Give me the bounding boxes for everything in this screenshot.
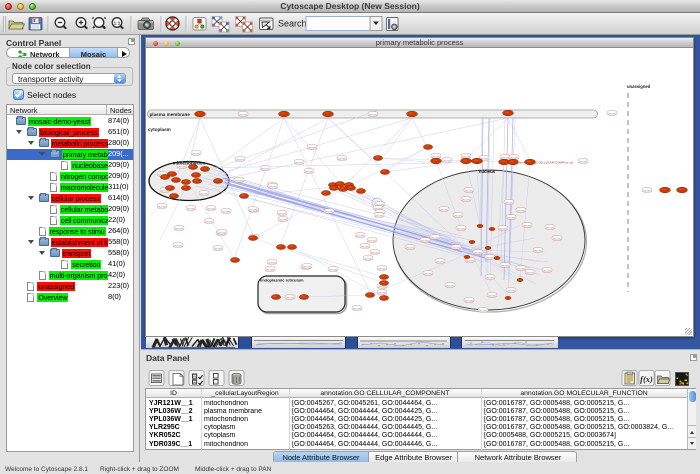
svg-text:1:1: 1:1 xyxy=(114,20,121,25)
svg-text:(xx xx): (xx xx) xyxy=(187,206,195,210)
svg-text:(xx xx): (xx xx) xyxy=(501,263,509,267)
svg-text:(xx xx): (xx xx) xyxy=(424,271,432,275)
svg-text:(xx xx): (xx xx) xyxy=(278,211,286,215)
svg-text:(xx xx): (xx xx) xyxy=(175,226,183,230)
svg-text:(xx xx): (xx xx) xyxy=(501,155,509,159)
svg-text:(xx xx): (xx xx) xyxy=(553,236,561,240)
svg-text:endoplasmic reticulum: endoplasmic reticulum xyxy=(260,278,304,283)
svg-text:(xx xx): (xx xx) xyxy=(440,207,448,211)
svg-text:(xx xx): (xx xx) xyxy=(436,259,444,263)
svg-text:(xx xx): (xx xx) xyxy=(505,200,513,204)
svg-text:(xx xx): (xx xx) xyxy=(432,154,440,158)
svg-text:(xx xx): (xx xx) xyxy=(361,244,369,248)
svg-text:(xx xx): (xx xx) xyxy=(192,151,200,155)
svg-text:(xx xx): (xx xx) xyxy=(205,219,213,223)
svg-text:plasma membrane: plasma membrane xyxy=(150,112,191,117)
svg-text:(xx xx): (xx xx) xyxy=(486,255,494,259)
svg-text:(xx xx): (xx xx) xyxy=(174,243,182,247)
svg-text:(xx xx): (xx xx) xyxy=(371,250,379,254)
svg-text:(xx xx): (xx xx) xyxy=(466,258,474,262)
svg-text:(xx xx): (xx xx) xyxy=(446,283,454,287)
svg-text:(xx xx): (xx xx) xyxy=(353,306,361,310)
svg-text:(xx xx): (xx xx) xyxy=(517,266,525,270)
svg-text:(xx xx): (xx xx) xyxy=(378,290,386,294)
svg-text:(xx xx): (xx xx) xyxy=(207,206,215,210)
svg-text:(xx xx): (xx xx) xyxy=(200,191,208,195)
svg-text:(xx xx): (xx xx) xyxy=(462,197,470,201)
svg-text:(xx xx): (xx xx) xyxy=(517,208,525,212)
svg-text:(xx xx): (xx xx) xyxy=(608,111,616,115)
svg-text:(xx xx): (xx xx) xyxy=(375,213,383,217)
svg-text:(xx xx): (xx xx) xyxy=(579,159,587,163)
svg-text:(xx xx): (xx xx) xyxy=(356,233,364,237)
svg-text:(xx xx): (xx xx) xyxy=(236,157,244,161)
svg-text:(xx xx): (xx xx) xyxy=(239,112,247,116)
svg-text:(xx xx): (xx xx) xyxy=(329,267,337,271)
svg-text:(xx xx): (xx xx) xyxy=(643,188,651,192)
svg-text:(xx xx): (xx xx) xyxy=(543,268,551,272)
svg-text:f(x): f(x) xyxy=(640,374,653,384)
svg-text:(xx xx): (xx xx) xyxy=(546,225,554,229)
svg-text:(xx xx): (xx xx) xyxy=(305,169,313,173)
svg-text:(xx xx): (xx xx) xyxy=(526,270,534,274)
svg-text:(xx xx): (xx xx) xyxy=(534,248,542,252)
svg-text:(xx xx): (xx xx) xyxy=(308,145,316,149)
svg-text:(xx xx): (xx xx) xyxy=(364,256,372,260)
svg-text:(xx xx): (xx xx) xyxy=(269,184,277,188)
svg-text:(xx xx): (xx xx) xyxy=(479,308,487,312)
svg-text:(xx xx): (xx xx) xyxy=(338,156,346,160)
svg-text:(xx xx): (xx xx) xyxy=(268,260,276,264)
svg-text:(xx xx): (xx xx) xyxy=(303,264,311,268)
svg-text:(xx xx): (xx xx) xyxy=(325,209,333,213)
svg-text:(xx xx): (xx xx) xyxy=(295,160,303,164)
svg-text:(xx xx): (xx xx) xyxy=(406,245,414,249)
svg-text:(xx xx): (xx xx) xyxy=(286,295,294,299)
svg-text:(xx xx): (xx xx) xyxy=(465,298,473,302)
svg-text:(xx xx): (xx xx) xyxy=(368,238,376,242)
svg-text:(xx xx): (xx xx) xyxy=(218,230,226,234)
svg-text:(xx xx): (xx xx) xyxy=(465,188,473,192)
svg-text:Search:: Search: xyxy=(278,19,309,29)
svg-text:(xx xx): (xx xx) xyxy=(421,238,429,242)
svg-text:(xx xx): (xx xx) xyxy=(488,293,496,297)
svg-text:(xx xx): (xx xx) xyxy=(378,266,386,270)
svg-text:unassigned: unassigned xyxy=(627,84,651,89)
svg-text:(xx xx): (xx xx) xyxy=(486,275,494,279)
svg-text:(xx xx): (xx xx) xyxy=(454,213,462,217)
svg-text:(xx xx): (xx xx) xyxy=(443,158,451,162)
svg-text:(xx xx): (xx xx) xyxy=(457,226,465,230)
svg-text:(xx xx): (xx xx) xyxy=(158,204,166,208)
svg-text:(xx xx): (xx xx) xyxy=(452,245,460,249)
svg-text:(xx xx): (xx xx) xyxy=(235,178,243,182)
svg-text:(xx xx): (xx xx) xyxy=(499,226,507,230)
svg-text:(xx xx): (xx xx) xyxy=(261,166,269,170)
svg-text:cytoplasm: cytoplasm xyxy=(148,127,171,132)
svg-text:(xx xx): (xx xx) xyxy=(249,207,257,211)
svg-text:(xx xx): (xx xx) xyxy=(507,288,515,292)
svg-text:(xx xx): (xx xx) xyxy=(222,209,230,213)
svg-text:nucleus: nucleus xyxy=(479,169,496,174)
svg-text:mitochondrion: mitochondrion xyxy=(173,161,206,166)
svg-text:(xx xx): (xx xx) xyxy=(523,223,531,227)
svg-text:(xx xx): (xx xx) xyxy=(369,112,377,116)
svg-text:(xx xx): (xx xx) xyxy=(214,246,222,250)
svg-text:(xx xx): (xx xx) xyxy=(474,250,482,254)
svg-text:(xx xx): (xx xx) xyxy=(462,154,470,158)
svg-text:(xx xx): (xx xx) xyxy=(507,215,515,219)
svg-text:(xx xx): (xx xx) xyxy=(266,267,274,271)
svg-text:(xx xx): (xx xx) xyxy=(510,155,518,159)
svg-text:(xx xx): (xx xx) xyxy=(279,217,287,221)
svg-text:(xx xx): (xx xx) xyxy=(431,235,439,239)
